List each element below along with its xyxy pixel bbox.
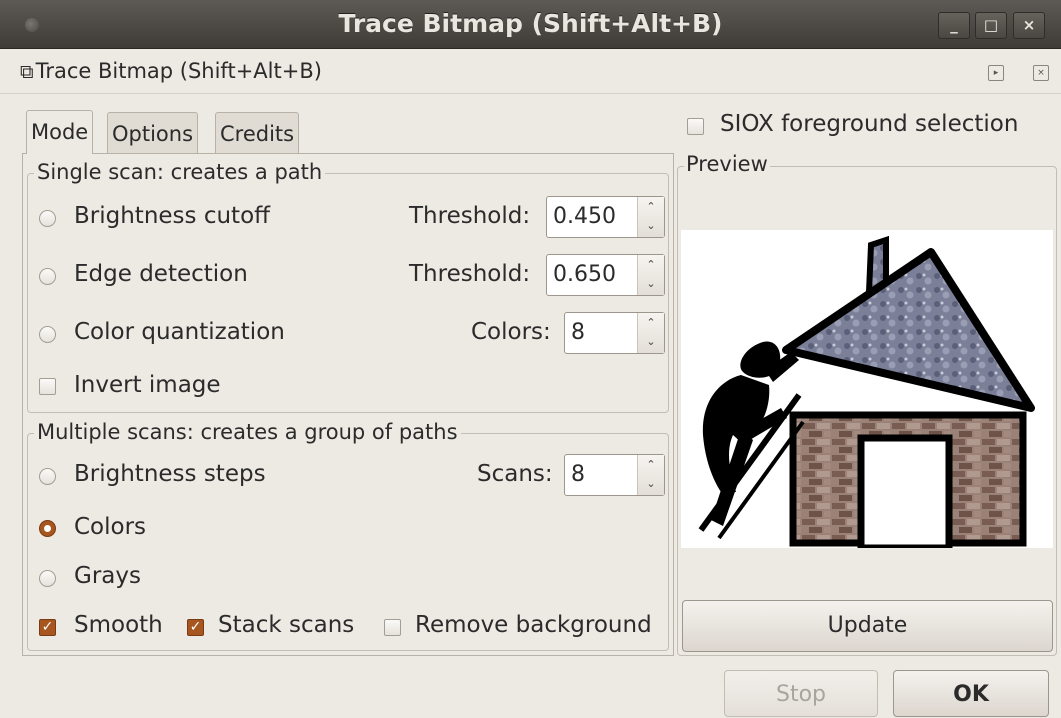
dock-iconify-icon[interactable]: ▸	[988, 65, 1004, 81]
quant-colors-stepper[interactable]: 8 ⌃ ⌄	[564, 312, 665, 354]
stack-scans-checkbox[interactable]: ✓	[187, 619, 204, 636]
window-title: Trace Bitmap (Shift+Alt+B)	[338, 9, 723, 38]
quant-colors-value[interactable]: 8	[571, 320, 585, 345]
preview-legend: Preview	[684, 152, 770, 176]
siox-label: SIOX foreground selection	[720, 111, 1019, 137]
single-scan-legend: Single scan: creates a path	[34, 160, 326, 184]
colors-radio[interactable]	[39, 520, 56, 537]
remove-background-checkbox[interactable]	[384, 619, 401, 636]
spin-arrows[interactable]: ⌃ ⌄	[637, 313, 664, 353]
brightness-threshold-stepper[interactable]: 0.450 ⌃ ⌄	[546, 196, 665, 238]
invert-image-checkbox[interactable]	[39, 378, 56, 395]
invert-image-label: Invert image	[74, 372, 221, 398]
house-climber-illustration	[698, 235, 1035, 548]
tab-options[interactable]: Options	[107, 112, 199, 154]
edge-threshold-label: Threshold:	[409, 261, 531, 287]
window-titlebar[interactable]: Trace Bitmap (Shift+Alt+B) _ □ ×	[0, 0, 1061, 49]
smooth-label: Smooth	[74, 612, 163, 638]
dock-title-text: Trace Bitmap (Shift+Alt+B)	[35, 59, 322, 83]
grays-label: Grays	[74, 563, 141, 589]
grays-radio[interactable]	[39, 570, 56, 587]
edge-detection-radio[interactable]	[39, 268, 56, 285]
spin-up-icon[interactable]: ⌃	[638, 313, 664, 332]
scans-value[interactable]: 8	[571, 462, 585, 487]
maximize-button[interactable]: □	[975, 12, 1007, 39]
spin-arrows[interactable]: ⌃ ⌄	[637, 255, 664, 295]
dock-header: ⧉Trace Bitmap (Shift+Alt+B) ▸ ×	[0, 49, 1061, 94]
brightness-cutoff-radio[interactable]	[39, 210, 56, 227]
multiple-scans-legend: Multiple scans: creates a group of paths	[34, 420, 461, 444]
brightness-threshold-value[interactable]: 0.450	[553, 204, 616, 229]
spin-up-icon[interactable]: ⌃	[638, 255, 664, 274]
brightness-cutoff-label: Brightness cutoff	[74, 203, 270, 229]
close-button[interactable]: ×	[1013, 12, 1045, 39]
stop-button[interactable]: Stop	[724, 670, 878, 717]
scans-label: Scans:	[477, 461, 553, 487]
tab-credits[interactable]: Credits	[215, 112, 300, 154]
siox-checkbox[interactable]	[687, 118, 704, 135]
spin-arrows[interactable]: ⌃ ⌄	[637, 197, 664, 237]
dock-close-icon[interactable]: ×	[1033, 65, 1049, 81]
update-button[interactable]: Update	[682, 600, 1053, 652]
spin-up-icon[interactable]: ⌃	[638, 197, 664, 216]
brightness-steps-label: Brightness steps	[74, 461, 266, 487]
spin-down-icon[interactable]: ⌄	[638, 474, 664, 493]
quant-colors-label: Colors:	[471, 319, 551, 345]
trace-bitmap-icon: ⧉	[20, 61, 34, 83]
brightness-threshold-label: Threshold:	[409, 203, 531, 229]
spin-up-icon[interactable]: ⌃	[638, 455, 664, 474]
remove-background-label: Remove background	[415, 612, 652, 638]
brightness-steps-radio[interactable]	[39, 468, 56, 485]
tab-mode[interactable]: Mode	[26, 110, 94, 154]
color-quantization-label: Color quantization	[74, 319, 285, 345]
color-quantization-radio[interactable]	[39, 326, 56, 343]
minimize-button[interactable]: _	[938, 12, 970, 39]
spin-arrows[interactable]: ⌃ ⌄	[637, 455, 664, 495]
edge-detection-label: Edge detection	[74, 261, 248, 287]
stack-scans-label: Stack scans	[218, 612, 355, 638]
spin-down-icon[interactable]: ⌄	[638, 332, 664, 351]
scans-stepper[interactable]: 8 ⌃ ⌄	[564, 454, 665, 496]
edge-threshold-value[interactable]: 0.650	[553, 262, 616, 287]
ok-button[interactable]: OK	[893, 670, 1049, 717]
spin-down-icon[interactable]: ⌄	[638, 216, 664, 235]
spin-down-icon[interactable]: ⌄	[638, 274, 664, 293]
smooth-checkbox[interactable]: ✓	[39, 619, 56, 636]
colors-label: Colors	[74, 514, 147, 540]
edge-threshold-stepper[interactable]: 0.650 ⌃ ⌄	[546, 254, 665, 296]
dock-title: ⧉Trace Bitmap (Shift+Alt+B)	[20, 59, 322, 83]
preview-image	[681, 230, 1053, 548]
